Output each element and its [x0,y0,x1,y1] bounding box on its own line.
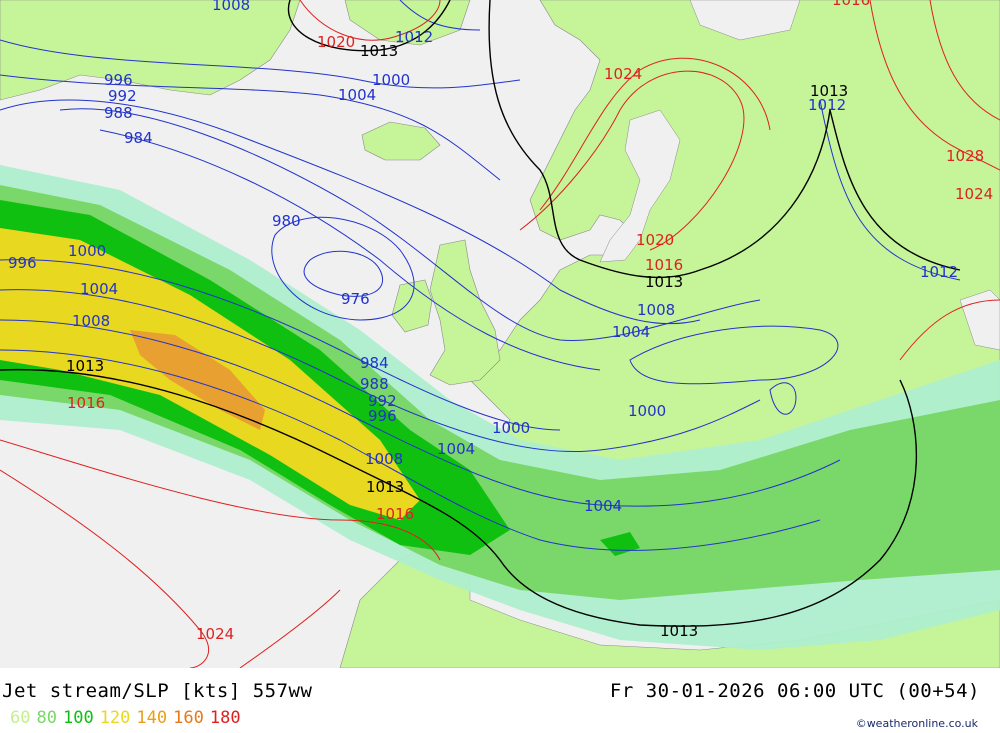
isobar-label: 1012 [395,28,433,46]
isobar-label: 1000 [372,71,410,89]
isobar-label: 996 [8,254,37,272]
weather-map: 1008 1004 1000 996 992 988 984 980 976 9… [0,0,1000,668]
isobar-label: 984 [124,129,153,147]
isobar-label: 1013 [66,357,104,375]
isobar-label: 996 [368,407,397,425]
isobar-label: 1012 [920,263,958,281]
isobar-label: 1016 [832,0,870,9]
legend-item: 100 [62,708,94,728]
isobar-label: 1013 [810,82,848,100]
isobar-label: 1008 [72,312,110,330]
legend-item: 60 [10,708,31,728]
isobar-label: 976 [341,290,370,308]
isobar-label: 1016 [376,505,414,523]
isobar-label: 1000 [628,402,666,420]
credit-link[interactable]: ©weatheronline.co.uk [856,717,978,730]
isobar-label: 1020 [317,33,355,51]
map-title: Jet stream/SLP [kts] 557ww [2,680,313,702]
isobar-label: 1004 [612,323,650,341]
isobar-label: 1004 [584,497,622,515]
wind-speed-legend: 60 80 100 120 140 160 180 [10,708,247,728]
isobar-label: 1028 [946,147,984,165]
isobar-label: 1013 [366,478,404,496]
isobar-label: 1008 [212,0,250,14]
legend-item: 80 [36,708,57,728]
isobar-label: 1013 [645,273,683,291]
isobar-label: 1024 [604,65,642,83]
forecast-datetime: Fr 30-01-2026 06:00 UTC (00+54) [609,680,980,702]
isobar-label: 1020 [636,231,674,249]
isobar-label: 988 [360,375,389,393]
isobar-label: 1024 [196,625,234,643]
isobar-label: 984 [360,354,389,372]
isobar-label: 1004 [338,86,376,104]
legend-item: 180 [209,708,241,728]
map-footer: Jet stream/SLP [kts] 557ww Fr 30-01-2026… [0,668,1000,733]
legend-item: 140 [136,708,168,728]
legend-item: 160 [173,708,204,728]
isobar-label: 1016 [645,256,683,274]
isobar-label: 992 [108,87,137,105]
legend-item: 120 [99,708,131,728]
isobar-label: 1000 [68,242,106,260]
isobar-label: 1008 [637,301,675,319]
isobar-label: 988 [104,104,133,122]
isobar-label: 1000 [492,419,530,437]
isobar-label: 1008 [365,450,403,468]
isobar-label: 1013 [660,622,698,640]
isobar-label: 1004 [437,440,475,458]
isobar-label: 1004 [80,280,118,298]
isobar-label: 1013 [360,42,398,60]
isobar-label: 980 [272,212,301,230]
isobar-label: 1024 [955,185,993,203]
isobar-label: 1016 [67,394,105,412]
